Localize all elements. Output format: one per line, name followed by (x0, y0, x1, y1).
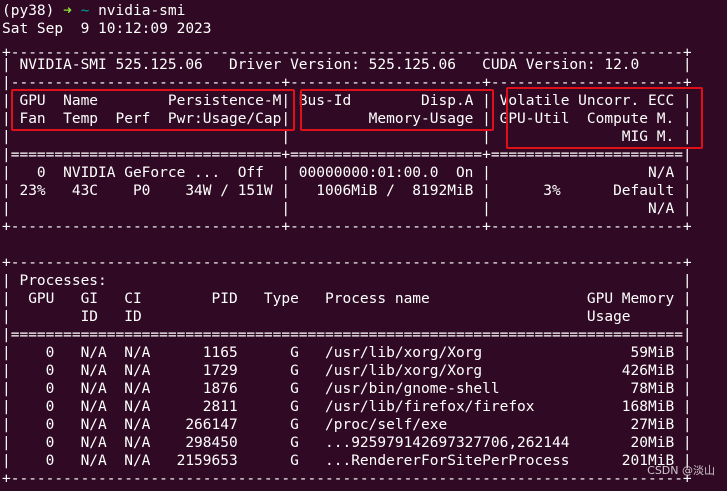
terminal-window[interactable]: (py38) ➜ ~ nvidia-smi Sat Sep 9 10:12:09… (0, 0, 727, 491)
processes-bottom-border: +---------------------------------------… (2, 471, 692, 487)
prompt-arrow-icon: ➜ (63, 3, 72, 19)
version-info-row: | NVIDIA-SMI 525.125.06 Driver Version: … (2, 57, 692, 73)
command-text: nvidia-smi (98, 3, 186, 19)
prompt-env: (py38) (2, 3, 55, 19)
processes-title: | Processes: | (2, 273, 692, 289)
watermark: CSDN @淡山 (647, 464, 715, 477)
highlight-box-util-columns (506, 87, 703, 149)
processes-double-border: |=======================================… (2, 327, 692, 343)
processes-top-border: +---------------------------------------… (2, 255, 692, 271)
process-row: | 0 N/A N/A 2811 G /usr/lib/firefox/fire… (2, 399, 692, 415)
processes-header-row-1: | GPU GI CI PID Type Process name GPU Me… (2, 291, 692, 307)
process-row: | 0 N/A N/A 2159653 G ...RendererForSite… (2, 453, 692, 469)
gpu-bottom-border: +-------------------------------+-------… (2, 219, 692, 235)
processes-header-row-2: | ID ID Usage | (2, 309, 692, 325)
prompt-line: (py38) ➜ ~ nvidia-smi (2, 2, 185, 20)
gpu-row-1: | 0 NVIDIA GeForce ... Off | 00000000:01… (2, 165, 692, 181)
highlight-box-bus-columns (300, 89, 494, 131)
gpu-row-3: | | | N/A | (2, 201, 692, 217)
process-row: | 0 N/A N/A 298450 G ...9259791426973277… (2, 435, 692, 451)
prompt-directory: ~ (80, 3, 90, 19)
process-row: | 0 N/A N/A 266147 G /proc/self/exe 27Mi… (2, 417, 692, 433)
timestamp: Sat Sep 9 10:12:09 2023 (2, 21, 212, 37)
process-row: | 0 N/A N/A 1729 G /usr/lib/xorg/Xorg 42… (2, 363, 692, 379)
process-row: | 0 N/A N/A 1876 G /usr/bin/gnome-shell … (2, 381, 692, 397)
process-row: | 0 N/A N/A 1165 G /usr/lib/xorg/Xorg 59… (2, 345, 692, 361)
gpu-row-2: | 23% 43C P0 34W / 151W | 1006MiB / 8192… (2, 183, 692, 199)
highlight-box-gpu-columns (11, 89, 295, 131)
